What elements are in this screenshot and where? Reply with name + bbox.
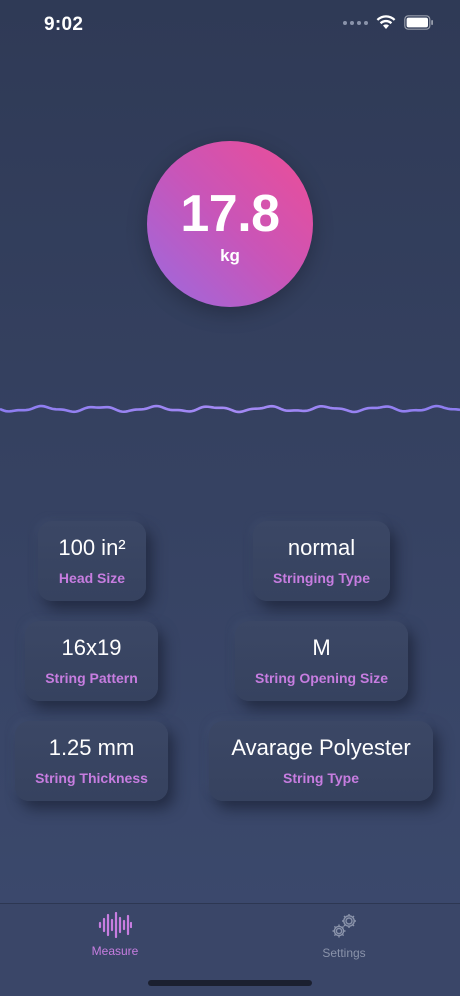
stringing-type-value: normal <box>287 534 356 560</box>
wifi-icon <box>376 15 396 29</box>
head-size-value: 100 in² <box>58 534 126 560</box>
string-type-label: String Type <box>283 770 359 787</box>
status-time: 9:02 <box>44 14 84 35</box>
string-thickness-value: 1.25 mm <box>48 734 135 760</box>
string-pattern-card[interactable]: 16x19 String Pattern <box>25 621 158 701</box>
string-opening-size-label: String Opening Size <box>254 670 388 687</box>
stringing-type-card[interactable]: normal Stringing Type <box>253 521 390 601</box>
string-opening-size-card[interactable]: M String Opening Size <box>235 621 408 701</box>
battery-icon <box>404 15 433 30</box>
sound-wave-line <box>0 404 460 414</box>
stringing-type-label: Stringing Type <box>273 570 370 587</box>
cellular-signal-icon <box>343 20 368 25</box>
tension-unit: kg <box>220 246 240 265</box>
string-type-card[interactable]: Avarage Polyester String Type <box>209 721 433 801</box>
string-thickness-label: String Thickness <box>35 770 148 787</box>
status-bar: 9:02 <box>0 0 460 50</box>
home-indicator[interactable] <box>148 980 312 986</box>
gears-icon <box>332 914 356 938</box>
string-type-value: Avarage Polyester <box>231 734 411 760</box>
string-opening-size-value: M <box>312 634 331 660</box>
tension-value: 17.8 <box>180 185 280 243</box>
head-size-card[interactable]: 100 in² Head Size <box>38 521 146 601</box>
status-indicators <box>343 15 434 30</box>
string-pattern-value: 16x19 <box>61 634 122 660</box>
waveform-icon <box>98 912 132 938</box>
tab-measure[interactable]: Measure <box>55 912 175 958</box>
head-size-label: Head Size <box>58 570 126 587</box>
string-thickness-card[interactable]: 1.25 mm String Thickness <box>15 721 168 801</box>
tension-readout-circle: 17.8 kg <box>147 141 313 307</box>
string-pattern-label: String Pattern <box>45 670 138 687</box>
tab-settings-label: Settings <box>322 946 366 960</box>
tab-settings[interactable]: Settings <box>284 912 404 960</box>
tab-measure-label: Measure <box>91 944 139 958</box>
